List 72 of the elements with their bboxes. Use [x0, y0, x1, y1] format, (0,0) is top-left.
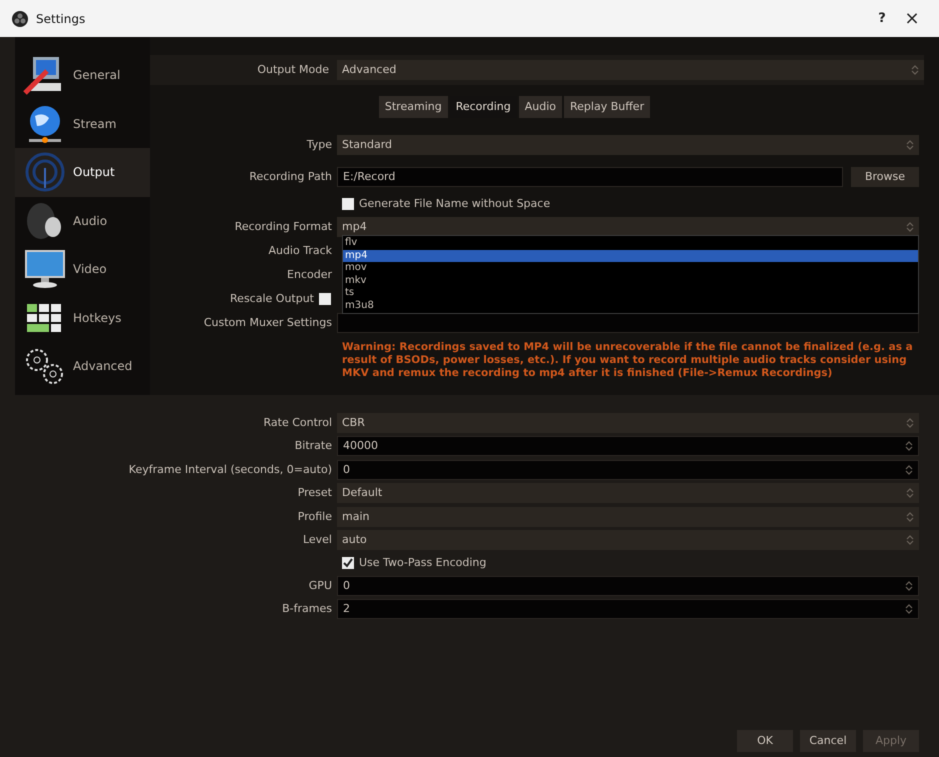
- sidebar-item[interactable]: Video: [15, 245, 150, 294]
- input-field[interactable]: [337, 313, 919, 333]
- sidebar-item[interactable]: Hotkeys: [15, 294, 150, 342]
- dropdown-option[interactable]: ts: [343, 287, 918, 300]
- dropdown[interactable]: Default: [337, 483, 919, 504]
- dropdown[interactable]: mp4: [337, 217, 919, 237]
- spin-arrows-icon: [905, 603, 913, 616]
- sidebar-item[interactable]: Audio: [15, 196, 150, 245]
- sidebar-item[interactable]: Output: [15, 148, 150, 196]
- spin-arrows-icon: [906, 416, 914, 429]
- field-label: Encoder: [286, 266, 333, 283]
- field-label: Rate Control: [262, 414, 333, 430]
- check-icon: [343, 558, 353, 568]
- dropdown[interactable]: Advanced: [337, 60, 924, 80]
- dropdown-option[interactable]: mkv: [343, 274, 918, 287]
- sidebar-item[interactable]: Stream: [15, 100, 150, 148]
- dropdown[interactable]: auto: [337, 530, 919, 550]
- field-label: Custom Muxer Settings: [202, 314, 333, 331]
- field-label: Recording Format: [234, 218, 333, 235]
- field-label: Rescale Output: [229, 290, 315, 307]
- dropdown[interactable]: Standard: [337, 135, 919, 155]
- checkbox-label: Generate File Name without Space: [359, 196, 550, 212]
- dropdown-option[interactable]: mov: [343, 262, 918, 274]
- checkbox[interactable]: [342, 557, 354, 569]
- checkbox[interactable]: [319, 293, 331, 305]
- tab[interactable]: Audio: [518, 96, 562, 118]
- field-label: Audio Track: [267, 242, 333, 259]
- field-label: Keyframe Interval (seconds, 0=auto): [128, 462, 333, 478]
- number-field[interactable]: 0: [337, 460, 919, 480]
- field-label: Type: [306, 136, 333, 153]
- field-label: Profile: [296, 508, 333, 524]
- close-button[interactable]: ×: [897, 5, 927, 32]
- spin-arrows-icon: [906, 139, 914, 151]
- spin-arrows-icon: [905, 580, 913, 592]
- dropdown-option[interactable]: m3u8: [343, 300, 918, 312]
- field-label: Output Mode: [256, 62, 330, 78]
- tab[interactable]: Replay Buffer: [564, 96, 650, 118]
- field-label: B-frames: [281, 601, 333, 617]
- input-field[interactable]: E:/Record: [337, 167, 843, 187]
- spin-arrows-icon: [906, 534, 914, 546]
- sidebar-item[interactable]: Advanced: [15, 342, 150, 390]
- dropdown-option[interactable]: mp4: [343, 250, 918, 262]
- antenna-icon: [23, 152, 67, 192]
- app-logo-icon: [12, 10, 28, 26]
- warning-text: Warning: Recordings saved to MP4 will be unrecoverable if the file cannot be finalized (e.g. as a result of BSODs, power losses, etc.). If you want to record multiple audio tracks consider using MKV and remux the recording to mp4 after it is finished (File->Remux Recordings): [342, 341, 914, 380]
- dropdown[interactable]: CBR: [337, 412, 919, 433]
- field-label: Bitrate: [294, 438, 333, 454]
- dialog-button[interactable]: OK: [737, 730, 793, 752]
- spin-arrows-icon: [905, 440, 913, 452]
- field-label: Preset: [296, 485, 333, 501]
- spin-arrows-icon: [906, 510, 914, 523]
- spin-arrows-icon: [906, 221, 914, 233]
- number-field[interactable]: 40000: [337, 436, 919, 456]
- dialog-button[interactable]: Cancel: [800, 730, 856, 752]
- help-button[interactable]: ?: [867, 8, 897, 28]
- sidebar-item[interactable]: General: [15, 51, 150, 100]
- dropdown[interactable]: main: [337, 506, 919, 527]
- browse-button[interactable]: Browse: [851, 167, 919, 187]
- checkbox-label: Use Two-Pass Encoding: [359, 554, 486, 571]
- number-field[interactable]: 0: [337, 576, 919, 596]
- spin-arrows-icon: [905, 464, 913, 476]
- window-title: Settings: [36, 10, 86, 28]
- spin-arrows-icon: [906, 487, 914, 500]
- field-label: Level: [302, 532, 333, 548]
- checkbox[interactable]: [342, 198, 354, 210]
- tab[interactable]: Streaming: [378, 96, 448, 118]
- monitor-icon: [23, 249, 67, 290]
- number-field[interactable]: 2: [337, 599, 919, 620]
- field-label: GPU: [308, 578, 333, 594]
- spin-arrows-icon: [911, 64, 919, 76]
- field-label: Recording Path: [248, 168, 333, 185]
- dropdown-option[interactable]: flv: [343, 237, 918, 250]
